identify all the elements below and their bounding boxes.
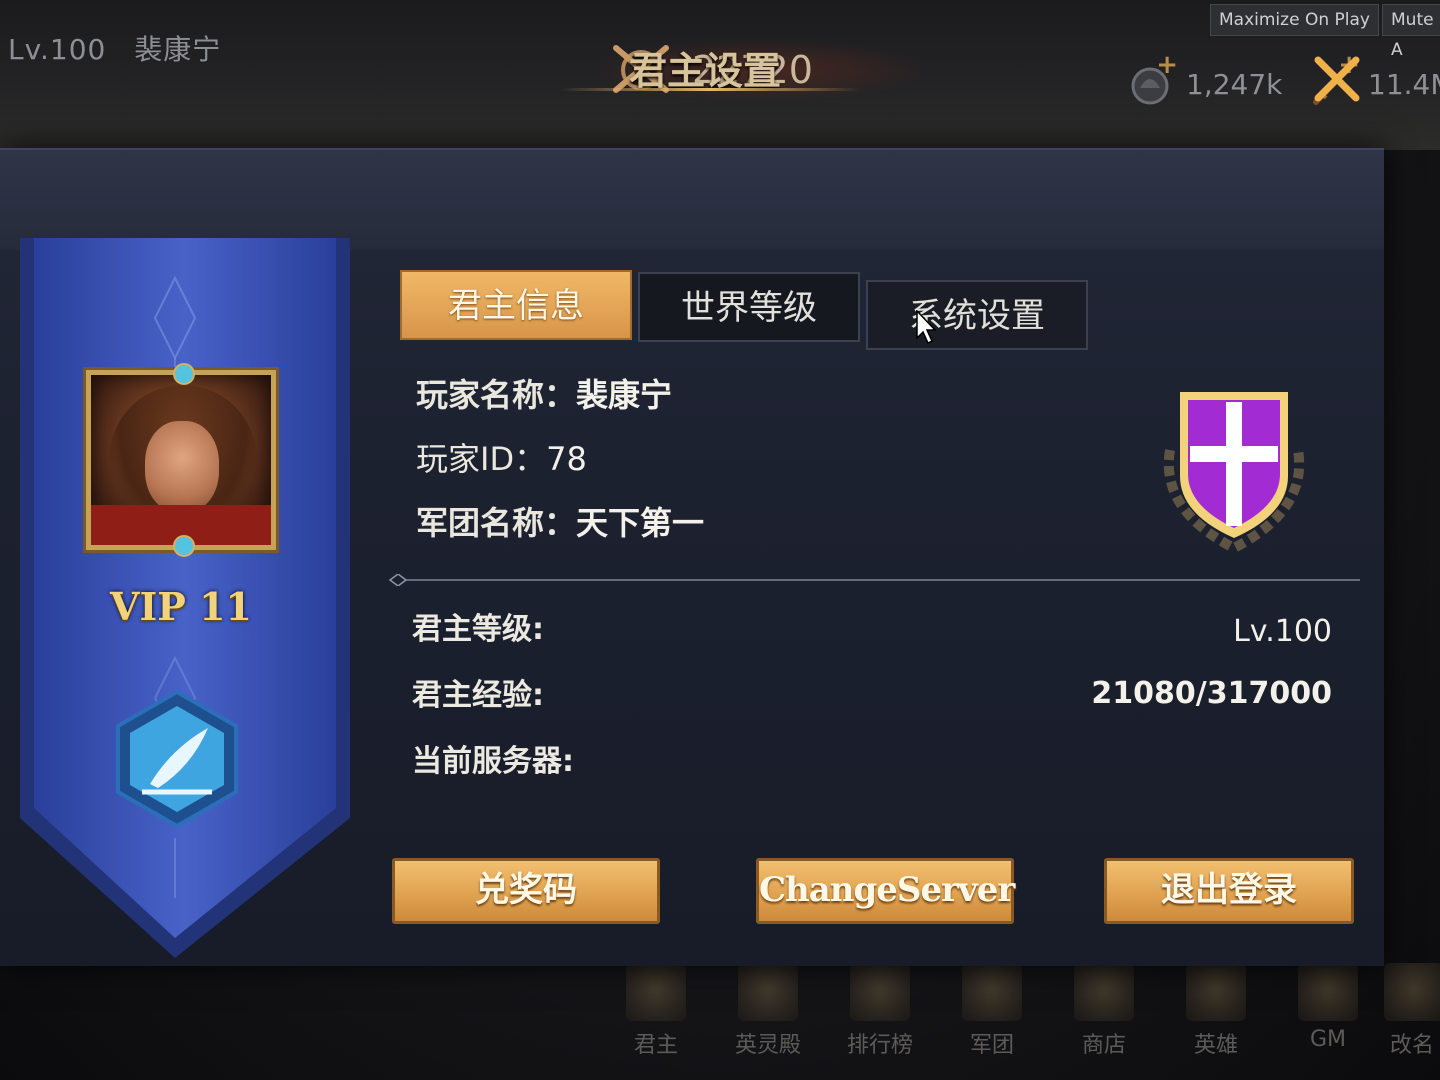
modal-header (0, 150, 1384, 250)
gm-icon (1298, 963, 1358, 1021)
crown-icon (626, 963, 686, 1021)
legion-name-row: 军团名称：天下第一 (416, 498, 704, 544)
title-underline (560, 88, 860, 91)
vip-level: VIP 11 (110, 584, 252, 629)
helmet-icon (1186, 963, 1246, 1021)
hall-icon (738, 963, 798, 1021)
quill-edit-icon[interactable] (112, 688, 242, 830)
nav-item-rename[interactable]: 改名 (1384, 955, 1440, 1080)
tab-world-level[interactable]: 世界等级 (638, 272, 860, 342)
change-server-button[interactable]: ChangeServer (756, 858, 1015, 924)
player-name-label: 玩家名称： (416, 376, 577, 414)
player-id-value: 78 (546, 440, 587, 478)
lord-exp-value: 21080/317000 (1091, 676, 1332, 711)
current-server-label: 当前服务器: (412, 744, 574, 779)
nav-item-ranking[interactable]: 排行榜 (824, 955, 936, 1080)
legion-name-value: 天下第一 (576, 504, 705, 542)
redeem-code-button[interactable]: 兑奖码 (392, 858, 660, 924)
player-name-row: 玩家名称：裴康宁 (416, 370, 672, 416)
logout-button[interactable]: 退出登录 (1104, 858, 1354, 924)
bottom-nav: 君主 英灵殿 排行榜 军团 商店 英雄 GM 改名 (600, 955, 1440, 1080)
close-icon[interactable] (1310, 52, 1364, 106)
rename-icon (1384, 963, 1440, 1021)
gem-icon (173, 363, 195, 385)
player-name-value: 裴康宁 (576, 376, 673, 414)
tab-system-settings[interactable]: 系统设置 (866, 280, 1088, 350)
player-id-row: 玩家ID：78 (416, 434, 587, 480)
nav-item-gm[interactable]: GM (1272, 955, 1384, 1080)
nav-item-hall[interactable]: 英灵殿 (712, 955, 824, 1080)
nav-item-legion[interactable]: 军团 (936, 955, 1048, 1080)
nav-item-lord[interactable]: 君主 (600, 955, 712, 1080)
player-id-label: 玩家ID： (416, 440, 547, 478)
castle-icon (962, 963, 1022, 1021)
mouse-cursor-icon (916, 310, 936, 344)
section-divider (388, 574, 1360, 586)
nav-item-shop[interactable]: 商店 (1048, 955, 1160, 1080)
avatar-face (145, 421, 219, 513)
player-avatar[interactable] (86, 363, 276, 557)
maximize-on-play-button[interactable]: Maximize On Play (1210, 4, 1379, 36)
gem-icon (173, 535, 195, 557)
trophy-icon (850, 963, 910, 1021)
modal-title: 君主设置 (628, 48, 781, 93)
scales-icon (1074, 963, 1134, 1021)
shield-cross-icon[interactable] (1150, 380, 1318, 554)
lord-level-label: 君主等级: (412, 612, 544, 647)
tab-lord-info[interactable]: 君主信息 (400, 270, 632, 340)
legion-name-label: 军团名称： (416, 504, 577, 542)
lord-level-value: Lv.100 (1233, 614, 1332, 649)
lord-exp-label: 君主经验: (412, 678, 544, 713)
nav-item-hero[interactable]: 英雄 (1160, 955, 1272, 1080)
mute-audio-button[interactable]: Mute A (1382, 4, 1440, 60)
